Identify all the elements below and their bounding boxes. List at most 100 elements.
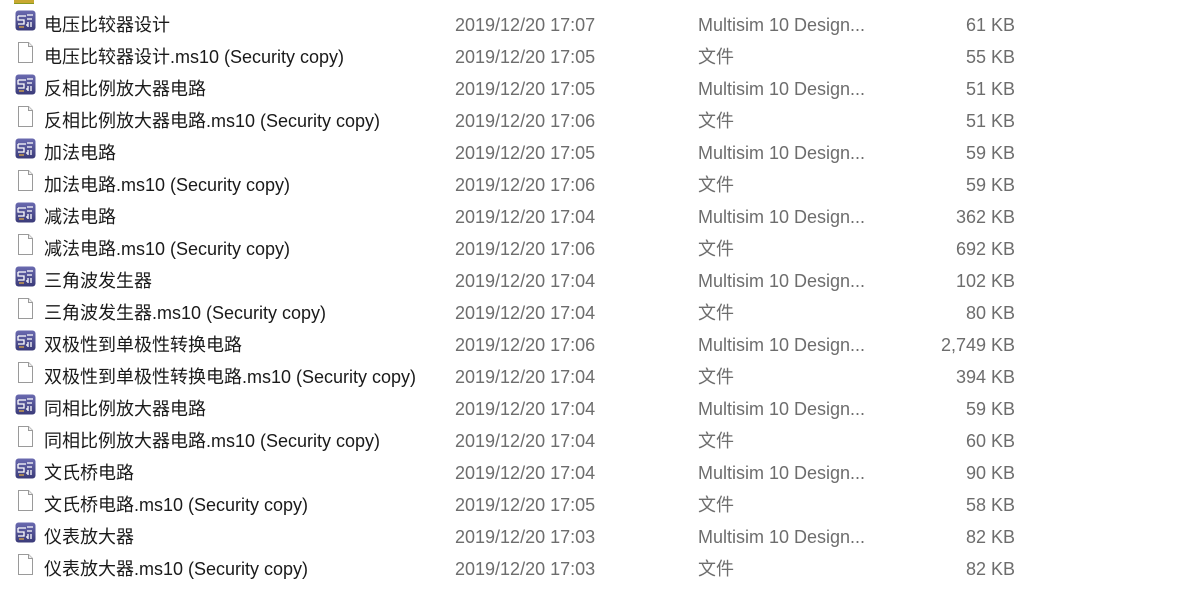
file-size: 102 KB — [955, 271, 1015, 291]
file-row[interactable]: 三角波发生器.ms10 (Security copy) 2019/12/20 1… — [0, 297, 1195, 329]
file-type: Multisim 10 Design... — [698, 463, 866, 483]
multisim-icon — [15, 521, 36, 543]
file-icon — [15, 41, 36, 63]
file-size: 90 KB — [965, 463, 1015, 483]
multisim-icon — [15, 9, 36, 31]
file-size: 51 KB — [965, 79, 1015, 99]
file-name: 减法电路 — [44, 207, 116, 227]
file-date-modified: 2019/12/20 17:06 — [455, 335, 596, 355]
file-name: 双极性到单极性转换电路 — [44, 335, 242, 355]
file-size: 55 KB — [965, 47, 1015, 67]
file-icon — [15, 233, 36, 255]
file-type: Multisim 10 Design... — [698, 79, 866, 99]
file-date-modified: 2019/12/20 17:04 — [455, 431, 596, 451]
file-type: 文件 — [698, 47, 734, 67]
file-name: 加法电路 — [44, 143, 116, 163]
file-date-modified: 2019/12/20 17:04 — [455, 303, 596, 323]
file-row[interactable]: 仪表放大器.ms10 (Security copy) 2019/12/20 17… — [0, 553, 1195, 585]
file-type: Multisim 10 Design... — [698, 271, 866, 291]
file-date-modified: 2019/12/20 17:04 — [455, 271, 596, 291]
file-row[interactable]: 减法电路.ms10 (Security copy) 2019/12/20 17:… — [0, 233, 1195, 265]
file-name: 加法电路.ms10 (Security copy) — [44, 175, 291, 195]
file-size: 59 KB — [965, 399, 1015, 419]
file-icon — [15, 361, 36, 383]
file-icon — [15, 169, 36, 191]
partial-row-clipped[interactable] — [0, 0, 1195, 4]
file-date-modified: 2019/12/20 17:03 — [455, 559, 596, 579]
file-row[interactable]: 三角波发生器 2019/12/20 17:04 Multisim 10 Desi… — [0, 265, 1195, 297]
file-row[interactable]: 同相比例放大器电路 2019/12/20 17:04 Multisim 10 D… — [0, 393, 1195, 425]
file-row[interactable]: 仪表放大器 2019/12/20 17:03 Multisim 10 Desig… — [0, 521, 1195, 553]
file-size: 59 KB — [965, 143, 1015, 163]
file-row[interactable]: 同相比例放大器电路.ms10 (Security copy) 2019/12/2… — [0, 425, 1195, 457]
file-size: 51 KB — [965, 111, 1015, 131]
file-date-modified: 2019/12/20 17:06 — [455, 111, 596, 131]
file-type: 文件 — [698, 175, 734, 195]
file-type: 文件 — [698, 495, 734, 515]
file-date-modified: 2019/12/20 17:04 — [455, 367, 596, 387]
file-name: 减法电路.ms10 (Security copy) — [44, 239, 291, 259]
file-size: 82 KB — [965, 559, 1015, 579]
file-type: Multisim 10 Design... — [698, 143, 866, 163]
file-size: 59 KB — [965, 175, 1015, 195]
file-type: Multisim 10 Design... — [698, 399, 866, 419]
file-date-modified: 2019/12/20 17:04 — [455, 399, 596, 419]
file-icon — [15, 297, 36, 319]
file-name: 仪表放大器.ms10 (Security copy) — [44, 559, 309, 579]
file-date-modified: 2019/12/20 17:07 — [455, 15, 596, 35]
file-row[interactable]: 反相比例放大器电路 2019/12/20 17:05 Multisim 10 D… — [0, 73, 1195, 105]
file-size: 60 KB — [965, 431, 1015, 451]
file-date-modified: 2019/12/20 17:04 — [455, 207, 596, 227]
file-date-modified: 2019/12/20 17:05 — [455, 79, 596, 99]
file-icon — [15, 553, 36, 575]
file-row[interactable]: 电压比较器设计.ms10 (Security copy) 2019/12/20 … — [0, 41, 1195, 73]
file-icon — [15, 425, 36, 447]
file-type: 文件 — [698, 431, 734, 451]
file-type: 文件 — [698, 367, 734, 387]
file-name: 同相比例放大器电路.ms10 (Security copy) — [44, 431, 381, 451]
multisim-icon — [15, 201, 36, 223]
file-date-modified: 2019/12/20 17:05 — [455, 143, 596, 163]
file-row[interactable]: 双极性到单极性转换电路.ms10 (Security copy) 2019/12… — [0, 361, 1195, 393]
file-type: Multisim 10 Design... — [698, 527, 866, 547]
file-row[interactable]: 文氏桥电路 2019/12/20 17:04 Multisim 10 Desig… — [0, 457, 1195, 489]
file-row[interactable]: 反相比例放大器电路.ms10 (Security copy) 2019/12/2… — [0, 105, 1195, 137]
multisim-icon — [15, 457, 36, 479]
folder-icon — [14, 0, 34, 4]
file-row[interactable]: 双极性到单极性转换电路 2019/12/20 17:06 Multisim 10… — [0, 329, 1195, 361]
file-row[interactable]: 文氏桥电路.ms10 (Security copy) 2019/12/20 17… — [0, 489, 1195, 521]
file-name: 反相比例放大器电路.ms10 (Security copy) — [44, 111, 381, 131]
file-row[interactable]: 加法电路 2019/12/20 17:05 Multisim 10 Design… — [0, 137, 1195, 169]
file-row[interactable]: 电压比较器设计 2019/12/20 17:07 Multisim 10 Des… — [0, 9, 1195, 41]
file-size: 692 KB — [955, 239, 1015, 259]
file-type: 文件 — [698, 111, 734, 131]
file-name: 电压比较器设计.ms10 (Security copy) — [44, 47, 345, 67]
file-date-modified: 2019/12/20 17:05 — [455, 495, 596, 515]
file-type: 文件 — [698, 239, 734, 259]
file-row[interactable]: 减法电路 2019/12/20 17:04 Multisim 10 Design… — [0, 201, 1195, 233]
multisim-icon — [15, 329, 36, 351]
file-name: 三角波发生器.ms10 (Security copy) — [44, 303, 327, 323]
file-size: 362 KB — [955, 207, 1015, 227]
file-type: 文件 — [698, 559, 734, 579]
file-type: Multisim 10 Design... — [698, 15, 866, 35]
file-type: Multisim 10 Design... — [698, 207, 866, 227]
file-icon — [15, 105, 36, 127]
file-name: 仪表放大器 — [44, 527, 134, 547]
multisim-icon — [15, 137, 36, 159]
multisim-icon — [15, 73, 36, 95]
file-date-modified: 2019/12/20 17:05 — [455, 47, 596, 67]
file-name: 反相比例放大器电路 — [44, 79, 206, 99]
file-name: 双极性到单极性转换电路.ms10 (Security copy) — [44, 367, 417, 387]
file-date-modified: 2019/12/20 17:04 — [455, 463, 596, 483]
file-size: 82 KB — [965, 527, 1015, 547]
file-date-modified: 2019/12/20 17:06 — [455, 175, 596, 195]
file-date-modified: 2019/12/20 17:03 — [455, 527, 596, 547]
file-size: 2,749 KB — [940, 335, 1015, 355]
file-size: 61 KB — [965, 15, 1015, 35]
multisim-icon — [15, 265, 36, 287]
file-row[interactable]: 加法电路.ms10 (Security copy) 2019/12/20 17:… — [0, 169, 1195, 201]
file-date-modified: 2019/12/20 17:06 — [455, 239, 596, 259]
file-size: 394 KB — [955, 367, 1015, 387]
file-name: 文氏桥电路 — [44, 463, 134, 483]
